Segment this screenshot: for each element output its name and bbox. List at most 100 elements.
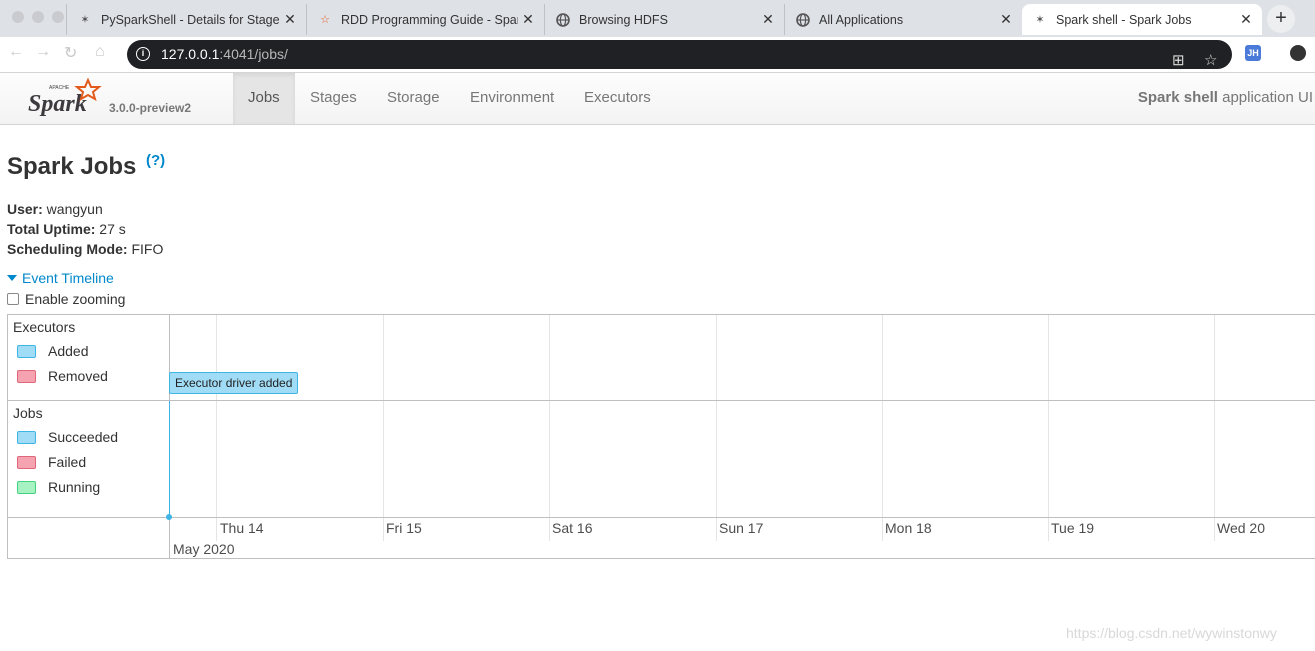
legend-swatch	[17, 455, 36, 469]
browser-tab[interactable]: All Applications ✕	[784, 4, 1022, 35]
browser-tab[interactable]: ✶ PySparkShell - Details for Stage ✕	[66, 4, 306, 35]
uptime-info: Total Uptime: 27 s	[7, 221, 126, 237]
watermark: https://blog.csdn.net/wywinstonwy	[1066, 625, 1277, 641]
legend-swatch	[17, 480, 36, 494]
nav-tab-stages[interactable]: Stages	[295, 73, 372, 124]
scheduling-value: FIFO	[127, 241, 164, 257]
close-tab-icon[interactable]: ✕	[758, 11, 778, 28]
app-name: Spark shell application UI	[1138, 73, 1313, 123]
address-bar[interactable]: i 127.0.0.1:4041/jobs/ ⊞ ☆	[127, 40, 1232, 69]
spark-favicon-icon: ✶	[1035, 14, 1045, 26]
gridline	[1214, 315, 1215, 541]
event-timeline-toggle[interactable]: Event Timeline	[7, 270, 114, 286]
close-window-dot[interactable]	[12, 11, 24, 23]
day-label: Sun 17	[719, 520, 764, 536]
spark-version: 3.0.0-preview2	[109, 101, 192, 115]
gridline	[716, 315, 717, 541]
legend-succeeded: Succeeded	[17, 429, 118, 445]
nav-tab-storage[interactable]: Storage	[372, 73, 455, 124]
legend-running: Running	[17, 479, 100, 495]
extension-jh-icon[interactable]: JH	[1245, 45, 1261, 61]
executor-added-event[interactable]: Executor driver added	[169, 372, 299, 394]
close-tab-icon[interactable]: ✕	[1236, 11, 1256, 28]
day-label: Fri 15	[386, 520, 422, 536]
tab-title: Spark shell - Spark Jobs	[1056, 12, 1192, 27]
scheduling-info: Scheduling Mode: FIFO	[7, 241, 163, 257]
uptime-value: 27 s	[95, 221, 126, 237]
legend-label: Succeeded	[48, 429, 119, 445]
profile-avatar[interactable]	[1290, 45, 1306, 61]
nav-tab-label: Stages	[310, 89, 357, 106]
maximize-window-dot[interactable]	[52, 11, 64, 23]
star-favicon-icon: ☆	[320, 14, 330, 26]
legend-label: Failed	[48, 454, 87, 470]
new-tab-button[interactable]: +	[1267, 5, 1295, 33]
driver-event-dot	[166, 514, 172, 520]
driver-event-line	[169, 401, 170, 518]
row-separator	[8, 400, 1315, 401]
site-info-icon[interactable]: i	[136, 47, 150, 61]
home-icon[interactable]: ⌂	[95, 43, 105, 61]
executors-group-title: Executors	[13, 319, 76, 335]
day-label: Thu 14	[220, 520, 264, 536]
help-link[interactable]: (?)	[146, 152, 165, 169]
app-name-suffix: application UI	[1217, 89, 1313, 106]
svg-text:Spark: Spark	[28, 91, 87, 117]
url-path: :4041/jobs/	[219, 46, 288, 62]
tab-title: Browsing HDFS	[579, 12, 668, 27]
day-label: Mon 18	[885, 520, 932, 536]
gridline	[549, 315, 550, 541]
browser-tab[interactable]: ☆ RDD Programming Guide - Spark ✕	[306, 4, 544, 35]
forward-arrow-icon[interactable]: →	[35, 43, 51, 61]
month-label: May 2020	[173, 541, 235, 557]
enable-zooming-checkbox[interactable]	[7, 293, 19, 305]
globe-icon	[555, 12, 571, 28]
tab-title: PySparkShell - Details for Stage	[101, 12, 280, 27]
tab-title: RDD Programming Guide - Spark	[341, 12, 518, 27]
gridline	[882, 315, 883, 541]
legend-removed: Removed	[17, 368, 108, 384]
nav-tab-label: Executors	[584, 89, 651, 106]
url-host: 127.0.0.1	[161, 46, 220, 62]
gridline	[216, 315, 217, 541]
extension-label: JH	[1247, 48, 1259, 58]
close-tab-icon[interactable]: ✕	[280, 11, 300, 28]
back-arrow-icon[interactable]: ←	[8, 43, 24, 61]
legend-added: Added	[17, 343, 88, 359]
gridline	[1048, 315, 1049, 541]
page-title: Spark Jobs	[7, 153, 137, 180]
globe-icon	[795, 12, 811, 28]
translate-icon[interactable]: ⊞	[1172, 46, 1185, 75]
close-tab-icon[interactable]: ✕	[996, 11, 1016, 28]
legend-failed: Failed	[17, 454, 86, 470]
nav-tab-jobs[interactable]: Jobs	[233, 73, 295, 124]
uptime-label: Total Uptime:	[7, 221, 96, 237]
legend-label: Removed	[48, 368, 108, 384]
nav-tab-label: Environment	[470, 89, 555, 106]
spark-favicon-icon: ✶	[80, 14, 90, 26]
legend-swatch	[17, 430, 36, 444]
close-tab-icon[interactable]: ✕	[518, 11, 538, 28]
minimize-window-dot[interactable]	[32, 11, 44, 23]
enable-zooming-label: Enable zooming	[25, 291, 126, 307]
tab-title: All Applications	[819, 12, 904, 27]
enable-zooming-row: Enable zooming	[7, 291, 125, 307]
day-label: Sat 16	[552, 520, 593, 536]
nav-tab-environment[interactable]: Environment	[455, 73, 569, 124]
user-value: wangyun	[42, 201, 103, 217]
legend-swatch	[17, 344, 36, 358]
legend-label: Added	[48, 343, 89, 359]
nav-tab-executors[interactable]: Executors	[569, 73, 666, 124]
app-name-bold: Spark shell	[1137, 89, 1218, 106]
browser-tab-active[interactable]: ✶ Spark shell - Spark Jobs ✕	[1022, 4, 1262, 35]
browser-tab[interactable]: Browsing HDFS ✕	[544, 4, 784, 35]
bookmark-star-icon[interactable]: ☆	[1204, 46, 1217, 75]
reload-icon[interactable]: ↻	[64, 43, 77, 63]
spark-navbar: APACHE Spark 3.0.0-preview2 Jobs Stages …	[0, 73, 1315, 125]
spark-logo[interactable]: APACHE Spark	[26, 77, 106, 119]
nav-tab-label: Storage	[387, 89, 440, 106]
jobs-group-title: Jobs	[13, 405, 43, 421]
user-label: User:	[7, 201, 43, 217]
legend-label: Running	[48, 479, 101, 495]
scheduling-label: Scheduling Mode:	[7, 241, 128, 257]
